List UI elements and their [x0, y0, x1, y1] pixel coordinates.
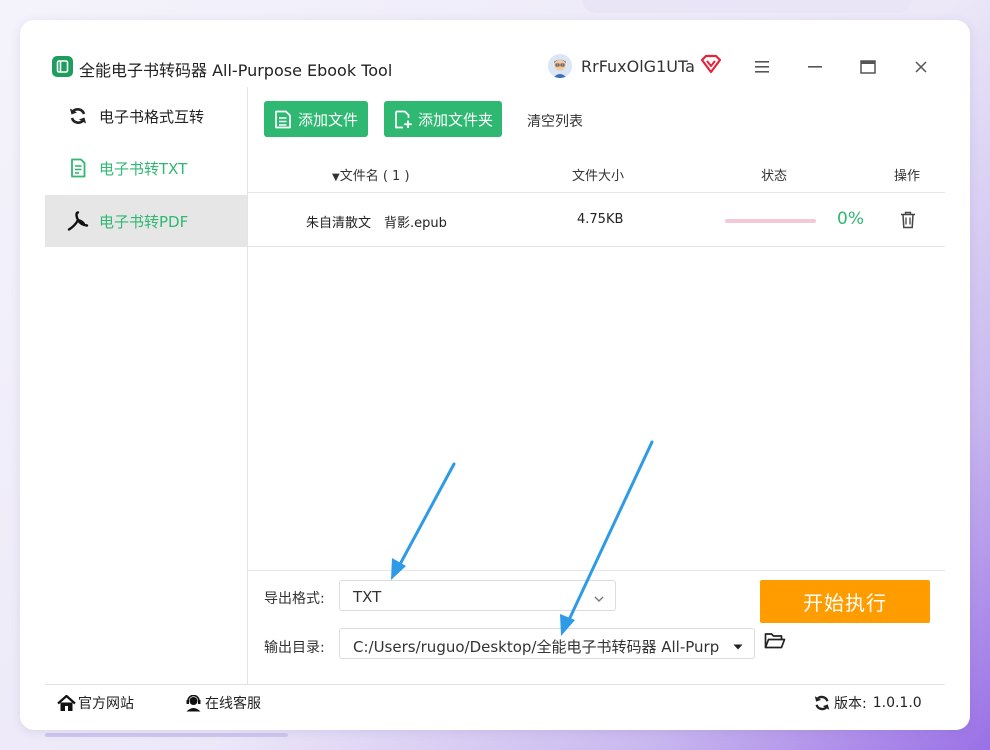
customer-service-link[interactable]: 在线客服	[183, 693, 261, 713]
sidebar-item-label: 电子书格式互转	[99, 107, 205, 126]
sidebar: 电子书格式互转 电子书转TXT 电子书转PDF	[45, 87, 248, 684]
add-folder-label: 添加文件夹	[418, 110, 494, 129]
format-value: TXT	[353, 588, 382, 606]
file-name-cell: 朱自清散文 背影.epub	[306, 216, 447, 231]
avatar[interactable]	[548, 54, 572, 78]
start-button[interactable]: 开始执行	[760, 580, 930, 623]
sidebar-item-format-convert[interactable]: 电子书格式互转	[45, 90, 247, 142]
refresh-icon	[67, 105, 89, 127]
add-file-icon	[273, 109, 293, 129]
add-file-button[interactable]: 添加文件	[264, 101, 368, 137]
background-pill	[582, 0, 912, 13]
support-icon	[183, 694, 203, 712]
website-link[interactable]: 官方网站	[56, 693, 134, 713]
customer-service-label: 在线客服	[205, 696, 261, 712]
column-name-header[interactable]: ▼文件名 ( 1 )	[332, 165, 410, 184]
add-file-label: 添加文件	[298, 110, 359, 129]
table-row[interactable]: 朱自清散文 背影.epub 4.75KB 0%	[248, 194, 945, 247]
file-size-cell: 4.75KB	[577, 212, 624, 227]
sidebar-item-to-pdf[interactable]: 电子书转PDF	[45, 195, 247, 247]
close-icon[interactable]	[907, 53, 935, 81]
sidebar-item-to-txt[interactable]: 电子书转TXT	[45, 142, 247, 194]
menu-icon[interactable]	[748, 53, 776, 81]
add-folder-button[interactable]: 添加文件夹	[384, 101, 502, 137]
clear-list-button[interactable]: 清空列表	[527, 111, 583, 131]
website-label: 官方网站	[78, 696, 134, 712]
progress-percent: 0%	[837, 209, 864, 229]
main-panel: 添加文件 添加文件夹 清空列表 ▼文件名 ( 1 ) 文件大小 状态 操作 朱自…	[248, 87, 945, 684]
output-dir-select[interactable]: C:/Users/ruguo/Desktop/全能电子书转码器 All-Purp	[339, 628, 755, 659]
delete-icon[interactable]	[900, 211, 916, 229]
column-action-header: 操作	[894, 169, 921, 184]
version-value: 1.0.1.0	[872, 695, 922, 711]
username[interactable]: RrFuxOlG1UTa	[581, 57, 695, 76]
folder-open-icon[interactable]	[764, 631, 786, 651]
chevron-down-icon	[593, 590, 605, 602]
maximize-icon[interactable]	[854, 53, 882, 81]
sidebar-item-label: 电子书转PDF	[99, 212, 189, 231]
format-label: 导出格式:	[264, 591, 325, 607]
background-line	[45, 733, 288, 737]
output-label: 输出目录:	[264, 640, 325, 656]
document-icon	[67, 157, 89, 179]
output-dir-value: C:/Users/ruguo/Desktop/全能电子书转码器 All-Purp	[353, 638, 720, 656]
pdf-icon	[67, 210, 89, 232]
app-window: 全能电子书转码器 All-Purpose Ebook Tool RrFuxOlG…	[20, 20, 970, 730]
footer: 官方网站 在线客服 版本: 1.0.1.0	[45, 684, 945, 717]
export-settings: 导出格式: TXT 输出目录: C:/Users/ruguo/Desktop/全…	[248, 570, 945, 684]
version-info[interactable]: 版本: 1.0.1.0	[812, 693, 922, 713]
minimize-icon[interactable]	[801, 53, 829, 81]
vip-diamond-icon[interactable]	[700, 54, 722, 74]
column-status-header: 状态	[761, 169, 788, 184]
title-bar: 全能电子书转码器 All-Purpose Ebook Tool RrFuxOlG…	[45, 47, 945, 87]
version-label: 版本:	[834, 696, 867, 712]
caret-down-icon	[732, 638, 744, 650]
home-icon	[56, 694, 76, 712]
progress-bar	[725, 219, 816, 223]
sidebar-item-label: 电子书转TXT	[99, 159, 188, 178]
app-title: 全能电子书转码器 All-Purpose Ebook Tool	[79, 61, 393, 80]
app-content: 全能电子书转码器 All-Purpose Ebook Tool RrFuxOlG…	[45, 47, 945, 717]
refresh-icon	[812, 694, 832, 712]
format-select[interactable]: TXT	[339, 580, 616, 611]
add-folder-icon	[393, 109, 413, 129]
column-size-header: 文件大小	[572, 169, 625, 184]
file-table-header: ▼文件名 ( 1 ) 文件大小 状态 操作	[248, 153, 945, 193]
app-logo-icon	[52, 56, 73, 77]
sort-caret-icon: ▼	[332, 172, 340, 183]
